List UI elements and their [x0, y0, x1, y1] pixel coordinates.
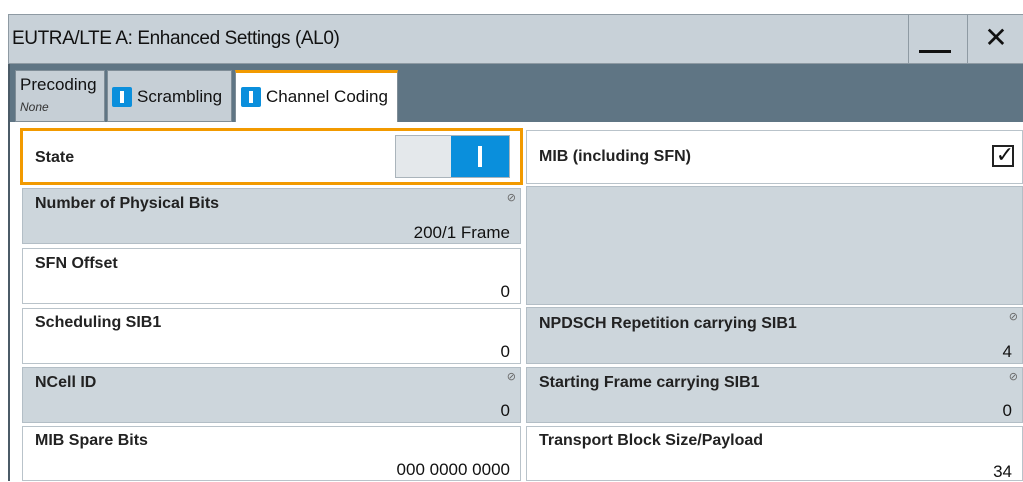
- ncell-id-value: 0: [500, 401, 510, 420]
- close-button[interactable]: ✕: [967, 15, 1023, 63]
- npdsch-repetition-field: NPDSCH Repetition carrying SIB1 ⊘ 4: [526, 307, 1023, 364]
- scheduling-sib1-value: 0: [500, 342, 510, 361]
- ncell-id-field: NCell ID ⊘ 0: [22, 367, 521, 423]
- close-icon: ✕: [984, 22, 1008, 53]
- tab-scrambling-label: Scrambling: [137, 87, 223, 106]
- mib-field[interactable]: MIB (including SFN) ✓: [526, 130, 1023, 184]
- ncell-id-label: NCell ID: [35, 374, 97, 391]
- tab-precoding-sublabel: None: [20, 100, 49, 114]
- mib-spare-bits-value: 000 0000 0000: [396, 460, 510, 479]
- starting-frame-value: 0: [1002, 401, 1012, 420]
- state-toggle[interactable]: [395, 135, 510, 178]
- tab-channel-coding-label: Channel Coding: [266, 87, 388, 106]
- lock-icon: ⊘: [1008, 311, 1018, 323]
- sfn-offset-field[interactable]: SFN Offset 0: [22, 248, 521, 304]
- lock-icon: ⊘: [1008, 371, 1018, 383]
- lock-icon: ⊘: [506, 192, 516, 204]
- sfn-offset-label: SFN Offset: [35, 255, 118, 272]
- toggle-on-icon: [451, 136, 509, 177]
- lock-icon: ⊘: [506, 371, 516, 383]
- tab-precoding-label: Precoding: [20, 75, 97, 94]
- mib-spare-bits-label: MIB Spare Bits: [35, 432, 148, 449]
- starting-frame-field: Starting Frame carrying SIB1 ⊘ 0: [526, 367, 1023, 423]
- mib-checkbox[interactable]: ✓: [992, 142, 1015, 167]
- num-physical-bits-label: Number of Physical Bits: [35, 195, 220, 212]
- transport-block-size-field: Transport Block Size/Payload 34: [526, 426, 1023, 481]
- tab-channel-coding[interactable]: Channel Coding: [235, 70, 398, 123]
- num-physical-bits-value: 200/1 Frame: [413, 223, 510, 242]
- sfn-offset-value: 0: [500, 282, 510, 301]
- state-label: State: [35, 149, 75, 166]
- checkmark-icon: ✓: [995, 142, 1015, 167]
- transport-block-size-value: 34: [993, 462, 1012, 481]
- minimize-icon: [919, 50, 951, 53]
- active-indicator-icon: [241, 87, 261, 107]
- mib-spare-bits-field[interactable]: MIB Spare Bits 000 0000 0000: [22, 426, 521, 481]
- scheduling-sib1-field[interactable]: Scheduling SIB1 0: [22, 308, 521, 364]
- active-indicator-icon: [112, 87, 132, 107]
- empty-readonly-area: [526, 186, 1023, 305]
- num-physical-bits-field: Number of Physical Bits ⊘ 200/1 Frame: [22, 188, 521, 244]
- starting-frame-label: Starting Frame carrying SIB1: [539, 374, 760, 391]
- tab-scrambling[interactable]: Scrambling: [107, 70, 232, 122]
- state-field[interactable]: State: [20, 128, 523, 185]
- transport-block-size-label: Transport Block Size/Payload: [539, 432, 764, 449]
- minimize-button[interactable]: [908, 15, 964, 63]
- mib-label: MIB (including SFN): [539, 148, 691, 165]
- npdsch-repetition-value: 4: [1002, 342, 1012, 361]
- tab-precoding[interactable]: Precoding None: [15, 70, 105, 122]
- window-top-margin: [0, 0, 1023, 14]
- scheduling-sib1-label: Scheduling SIB1: [35, 314, 162, 331]
- npdsch-repetition-label: NPDSCH Repetition carrying SIB1: [539, 315, 797, 332]
- window-title: EUTRA/LTE A: Enhanced Settings (AL0): [12, 28, 340, 49]
